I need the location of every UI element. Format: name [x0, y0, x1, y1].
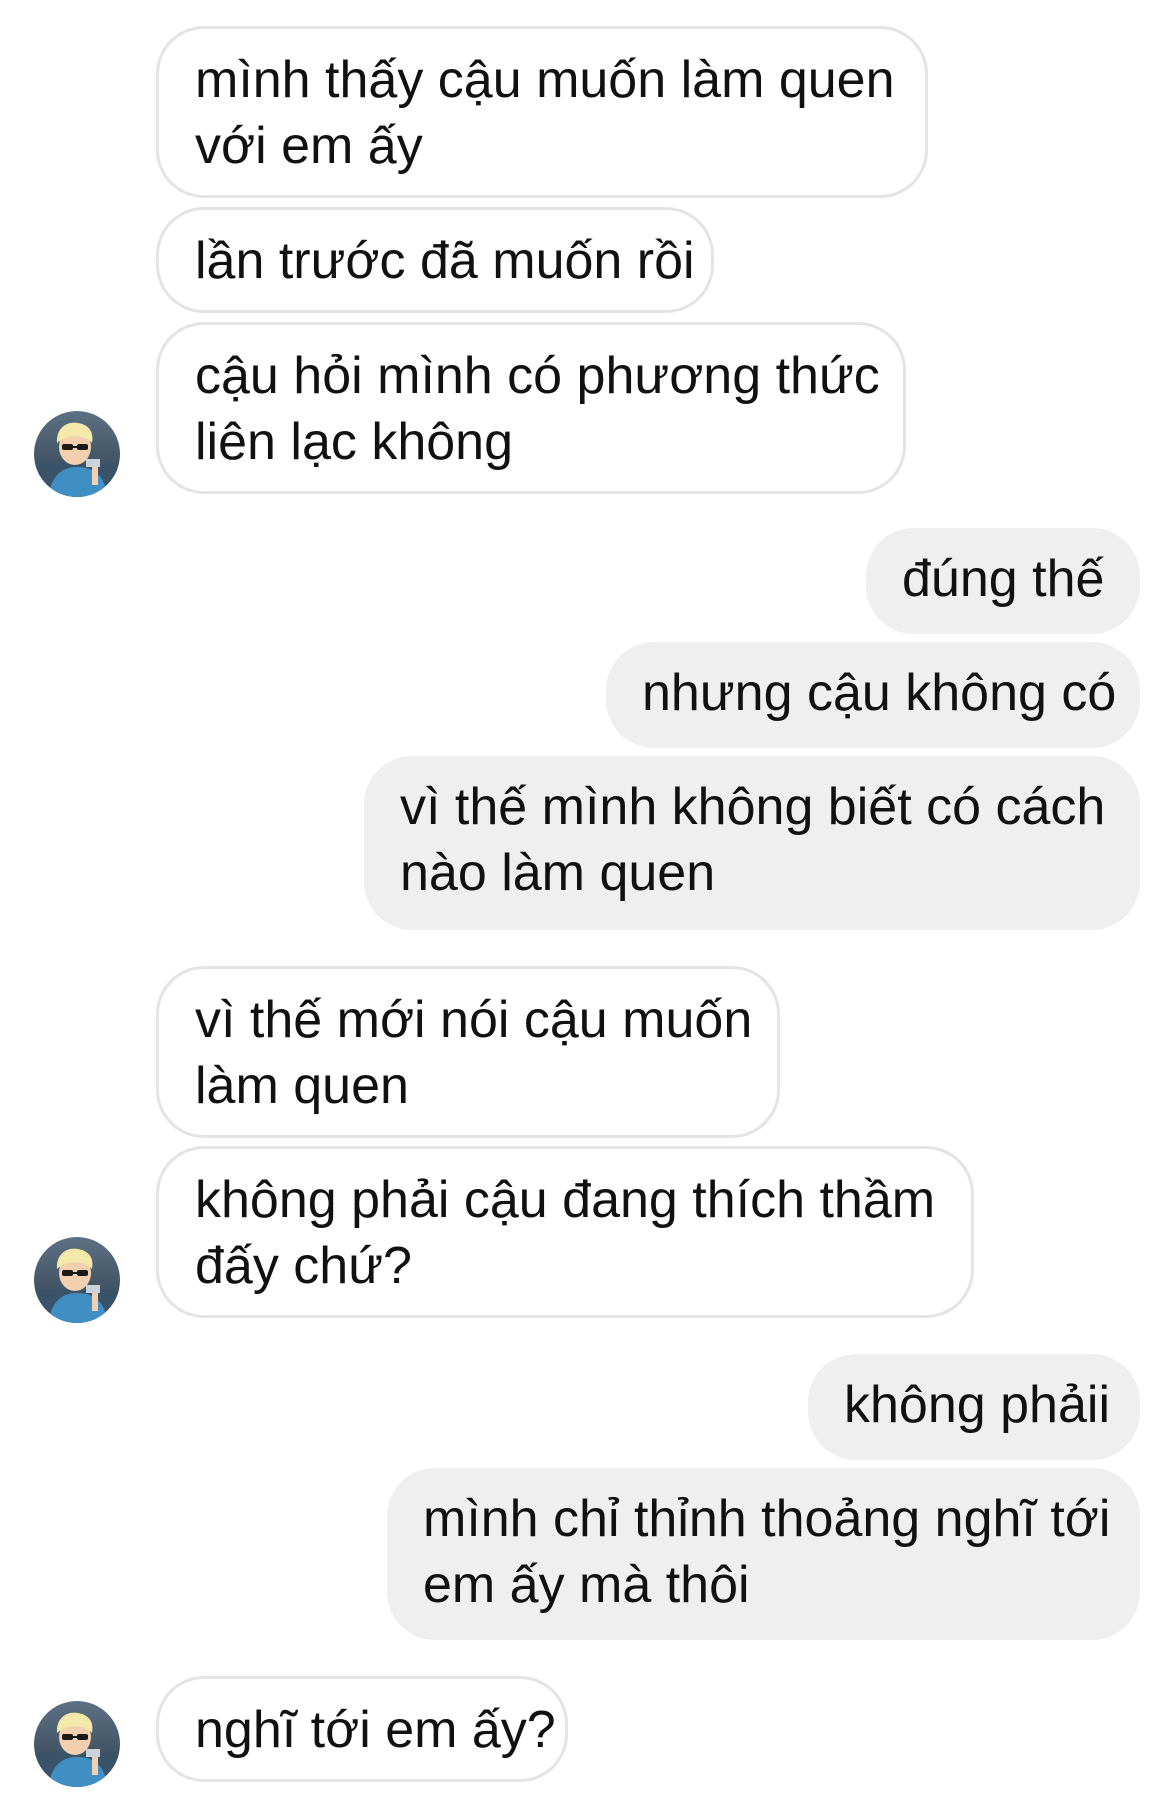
message-text: đúng thế: [902, 550, 1105, 608]
message-text: nhưng cậu không có: [642, 664, 1117, 722]
message-bubble-incoming[interactable]: nghĩ tới em ấy?: [156, 1676, 568, 1782]
message-text: liên lạc không: [195, 413, 513, 471]
message-text: với em ấy: [195, 117, 423, 175]
message-bubble-outgoing[interactable]: đúng thế: [866, 528, 1140, 634]
contact-avatar[interactable]: [34, 1237, 120, 1323]
message-text: lần trước đã muốn rồi: [195, 232, 695, 290]
contact-avatar[interactable]: [34, 1701, 120, 1787]
message-text: mình thấy cậu muốn làm quen: [195, 51, 895, 109]
message-bubble-incoming[interactable]: lần trước đã muốn rồi: [156, 207, 714, 313]
message-text: vì thế mới nói cậu muốn: [195, 991, 753, 1049]
avatar-photo-icon: [34, 1701, 120, 1787]
message-text: làm quen: [195, 1057, 409, 1115]
message-text: mình chỉ thỉnh thoảng nghĩ tới: [423, 1490, 1111, 1548]
message-text: nghĩ tới em ấy?: [195, 1701, 556, 1759]
message-text: nào làm quen: [400, 844, 716, 902]
message-text: em ấy mà thôi: [423, 1556, 750, 1614]
message-text: cậu hỏi mình có phương thức: [195, 347, 880, 405]
message-text: không phảii: [844, 1376, 1110, 1434]
message-bubble-incoming[interactable]: mình thấy cậu muốn làm quen với em ấy: [156, 26, 928, 198]
message-bubble-incoming[interactable]: không phải cậu đang thích thầm đấy chứ?: [156, 1146, 974, 1318]
message-text: vì thế mình không biết có cách: [400, 778, 1106, 836]
message-text: đấy chứ?: [195, 1237, 412, 1295]
avatar-photo-icon: [34, 411, 120, 497]
message-bubble-incoming[interactable]: vì thế mới nói cậu muốn làm quen: [156, 966, 780, 1138]
message-bubble-outgoing[interactable]: vì thế mình không biết có cách nào làm q…: [364, 756, 1140, 930]
message-bubble-outgoing[interactable]: mình chỉ thỉnh thoảng nghĩ tới em ấy mà …: [387, 1468, 1140, 1640]
message-text: không phải cậu đang thích thầm: [195, 1171, 936, 1229]
avatar-photo-icon: [34, 1237, 120, 1323]
message-bubble-outgoing[interactable]: không phảii: [808, 1354, 1140, 1460]
message-bubble-outgoing[interactable]: nhưng cậu không có: [606, 642, 1140, 748]
contact-avatar[interactable]: [34, 411, 120, 497]
message-bubble-incoming[interactable]: cậu hỏi mình có phương thức liên lạc khô…: [156, 322, 906, 494]
